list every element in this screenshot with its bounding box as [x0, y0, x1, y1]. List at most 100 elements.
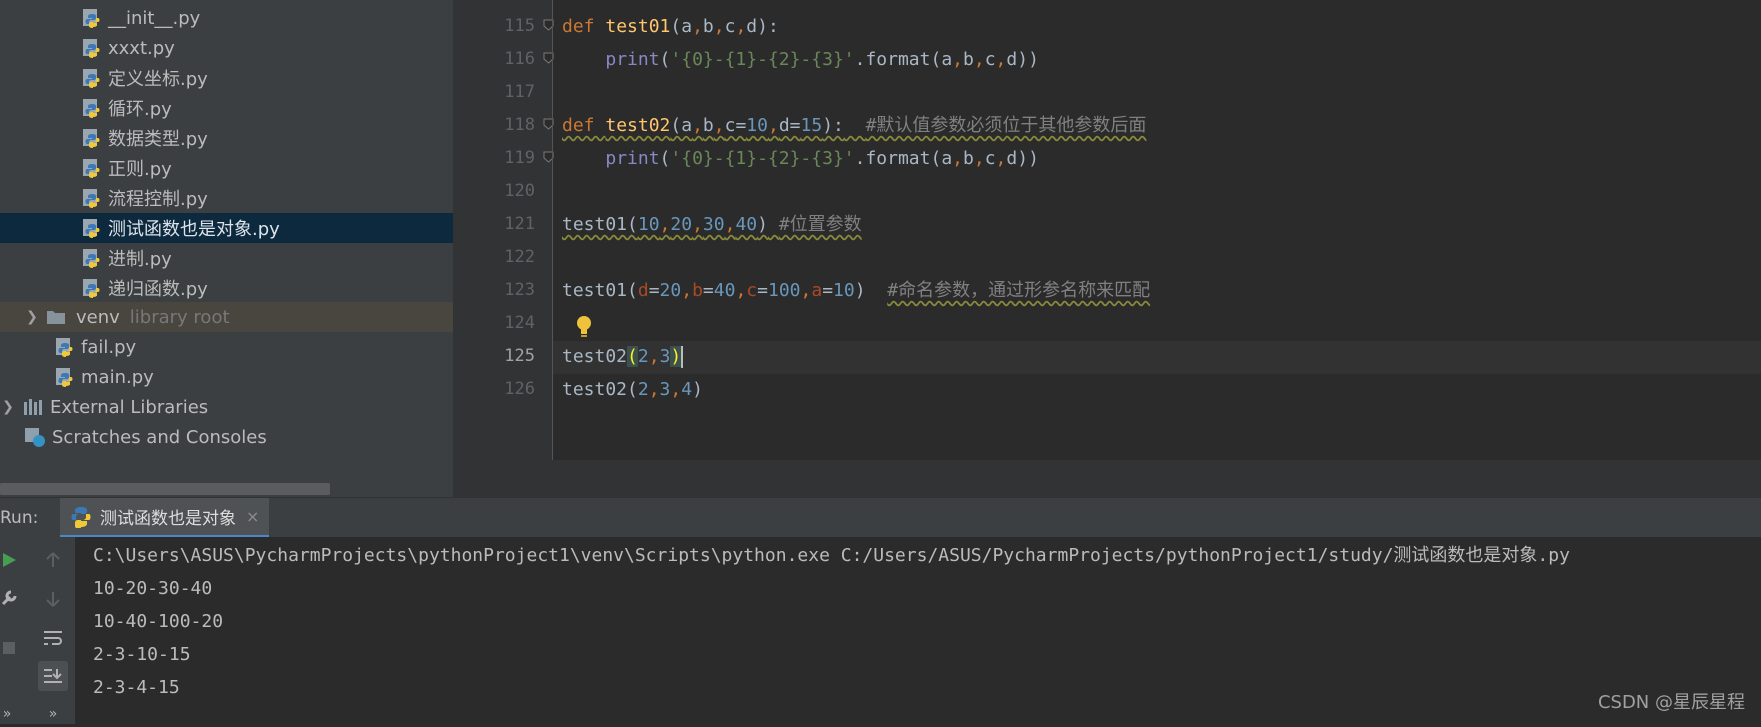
tree-file-item[interactable]: 测试函数也是对象.py — [0, 213, 453, 243]
code-token: test01 — [605, 16, 671, 37]
chevron-right-icon[interactable]: ❯ — [24, 309, 40, 325]
tree-scrollbar[interactable] — [0, 483, 330, 495]
code-token: 20 — [670, 214, 693, 235]
tree-file-label: xxxt.py — [108, 37, 175, 59]
code-token: ): — [822, 115, 844, 136]
tree-file-item[interactable]: 循环.py — [0, 93, 453, 123]
run-toolbar: » » — [0, 537, 75, 724]
run-label: Run: — [0, 508, 39, 528]
tree-file-item[interactable]: 进制.py — [0, 243, 453, 273]
code-token: , — [995, 49, 1007, 70]
tree-file-item[interactable]: 数据类型.py — [0, 123, 453, 153]
code-line[interactable]: 126 test02(2,3,4) — [453, 373, 1761, 406]
code-token: 30 — [702, 214, 725, 235]
up-arrow-icon[interactable] — [40, 547, 66, 573]
tree-file-item[interactable]: xxxt.py — [0, 33, 453, 63]
tree-file-label: 数据类型.py — [108, 129, 208, 150]
code-line[interactable]: 121 test01(10,20,30,40) #位置参数 — [453, 208, 1761, 241]
line-number: 123 — [504, 280, 535, 300]
code-token: , — [735, 16, 747, 37]
code-line[interactable]: 124 — [453, 307, 1761, 340]
code-line[interactable]: 117 — [453, 76, 1761, 109]
python-file-icon — [56, 338, 73, 357]
down-arrow-icon[interactable] — [40, 586, 66, 612]
code-token: 2 — [637, 346, 649, 367]
code-line[interactable]: 119 print('{0}-{1}-{2}-{3}'.format(a,b,c… — [453, 142, 1761, 175]
venv-label: venv — [76, 306, 120, 328]
code-text: def test01(a,b,c,d): — [562, 10, 779, 43]
run-tab-bar: Run: 测试函数也是对象 × — [0, 497, 1761, 538]
tree-file-label: 循环.py — [108, 99, 172, 120]
tree-item-external-libraries[interactable]: ❯ External Libraries — [0, 392, 453, 422]
code-editor[interactable]: 115 def test01(a,b,c,d): 116 print('{0}-{1… — [453, 0, 1761, 460]
code-line[interactable]: 123 test01(d=20,b=40,c=100,a=10) #命名参数，通过… — [453, 274, 1761, 307]
tree-item-scratches[interactable]: Scratches and Consoles — [0, 422, 453, 452]
tree-file-item[interactable]: 流程控制.py — [0, 183, 453, 213]
run-console[interactable]: C:\Users\ASUS\PycharmProjects\pythonProj… — [75, 537, 1761, 724]
tree-file-item[interactable]: 正则.py — [0, 153, 453, 183]
code-token: ) — [692, 379, 703, 400]
code-line[interactable]: 115 def test01(a,b,c,d): — [453, 10, 1761, 43]
code-token: 2 — [637, 379, 649, 400]
tree-file-item[interactable]: fail.py — [0, 332, 453, 362]
code-token: ) — [854, 280, 888, 301]
console-line: 2-3-4-15 — [93, 677, 180, 698]
code-token: , — [724, 214, 736, 235]
code-token: 40 — [713, 280, 736, 301]
code-token: , — [995, 148, 1007, 169]
indent-guide — [552, 0, 553, 460]
line-number: 120 — [504, 181, 535, 201]
tree-file-label: 正则.py — [108, 159, 172, 180]
code-token: ( — [627, 346, 638, 367]
tree-file-item[interactable]: 定义坐标.py — [0, 63, 453, 93]
scroll-to-end-icon[interactable] — [38, 661, 68, 691]
code-token: = — [648, 280, 660, 301]
code-token: , — [767, 115, 779, 136]
code-token: ( — [659, 49, 671, 70]
chevron-right-icon[interactable]: ❯ — [0, 399, 16, 415]
code-token: test01( — [562, 214, 638, 235]
line-number: 122 — [504, 247, 535, 267]
expand-icon[interactable]: » — [40, 701, 66, 727]
code-token: b — [702, 16, 714, 37]
tree-file-label: __init__.py — [108, 7, 201, 29]
watermark: CSDN @星辰星程 — [1597, 692, 1745, 713]
code-token: 100 — [767, 280, 801, 301]
expand-left-icon[interactable]: » — [0, 701, 20, 727]
code-token: , — [648, 379, 660, 400]
tree-file-item[interactable]: main.py — [0, 362, 453, 392]
run-icon[interactable] — [0, 547, 22, 573]
code-token: , — [952, 148, 964, 169]
lightbulb-icon[interactable] — [574, 314, 594, 340]
code-line[interactable]: 116 print('{0}-{1}-{2}-{3}'.format(a,b,c… — [453, 43, 1761, 76]
tree-file-item[interactable]: __init__.py — [0, 3, 453, 33]
python-file-icon — [83, 99, 100, 118]
python-file-icon — [56, 368, 73, 387]
code-text: test01(10,20,30,40) #位置参数 — [562, 208, 862, 241]
code-token: , — [681, 280, 693, 301]
code-token: test02 — [605, 115, 671, 136]
close-icon[interactable]: × — [246, 507, 259, 526]
code-line[interactable]: 120 — [453, 175, 1761, 208]
external-libraries-label: External Libraries — [50, 396, 209, 418]
run-tab-current[interactable]: 测试函数也是对象 × — [60, 498, 270, 538]
code-line[interactable]: 125 test02(2,3) — [453, 340, 1761, 373]
python-file-icon — [83, 219, 100, 238]
python-file-icon — [83, 69, 100, 88]
tree-folder-venv[interactable]: ❯ venv library root — [0, 302, 453, 332]
stop-icon[interactable] — [0, 635, 22, 661]
code-token: , — [692, 16, 703, 37]
tree-file-item[interactable]: 递归函数.py — [0, 273, 453, 303]
code-token: , — [973, 148, 985, 169]
code-token: d= — [778, 115, 801, 136]
code-token: 3 — [659, 379, 671, 400]
soft-wrap-icon[interactable] — [40, 625, 66, 651]
code-token: .format(a — [854, 148, 953, 169]
code-line[interactable]: 118 def test02(a,b,c=10,d=15): #默认值参数必须位于… — [453, 109, 1761, 142]
line-number: 126 — [504, 379, 535, 399]
code-token: , — [952, 49, 964, 70]
wrench-icon[interactable] — [0, 585, 22, 611]
code-line[interactable]: 122 — [453, 241, 1761, 274]
